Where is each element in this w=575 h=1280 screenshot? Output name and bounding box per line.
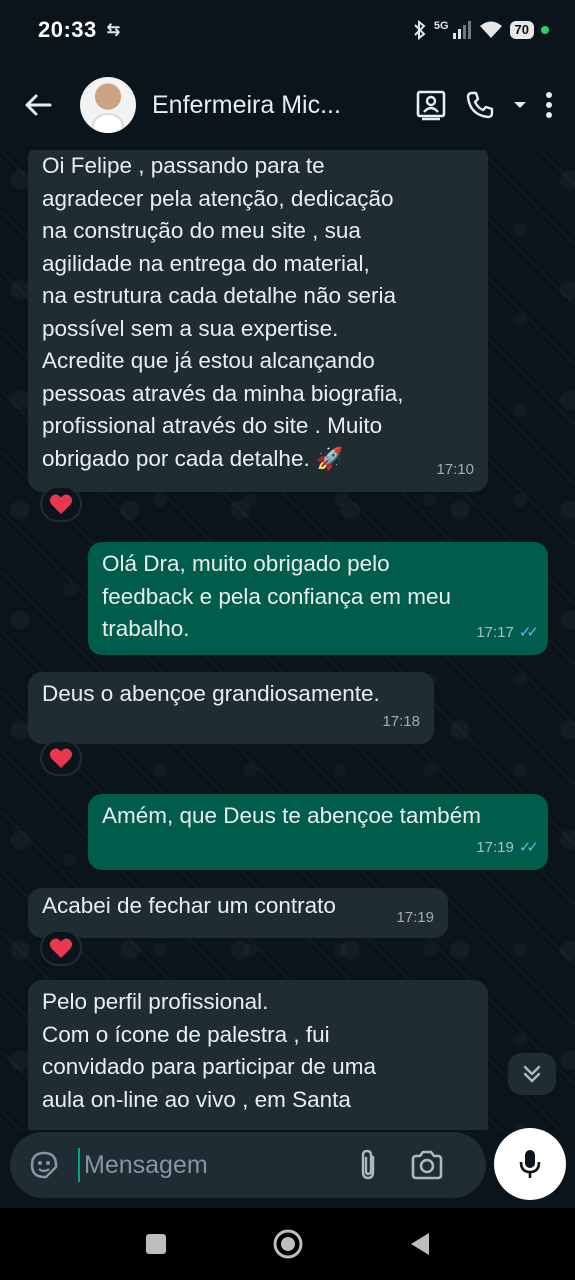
emoji-button[interactable] (26, 1147, 62, 1183)
heart-icon (49, 748, 73, 768)
chat-area[interactable]: Oi Felipe , passando para te agradecer p… (0, 150, 575, 1130)
battery-level: 70 (509, 21, 534, 39)
paperclip-icon (361, 1149, 375, 1180)
message-text: Olá Dra, muito obrigado pelo feedback e … (102, 551, 451, 641)
message-composer (10, 1132, 486, 1198)
read-ticks-icon: ✓✓ (518, 623, 539, 641)
contact-card-icon (416, 90, 446, 121)
double-chevron-down-icon (523, 1065, 541, 1083)
message-time: 17:19 (476, 838, 514, 856)
scroll-to-bottom-button[interactable] (508, 1053, 556, 1095)
privacy-dot-icon (541, 26, 549, 34)
message-time: 17:17 (476, 623, 514, 641)
more-vertical-icon (546, 92, 552, 118)
voice-call-button[interactable] (465, 90, 495, 120)
message-outgoing[interactable]: Amém, que Deus te abençoe também 17:19 ✓✓ (88, 794, 548, 870)
message-text: Amém, que Deus te abençoe também (102, 803, 481, 828)
contact-name[interactable]: Enfermeira Mic... (152, 91, 364, 120)
square-icon (145, 1234, 166, 1254)
back-nav-button[interactable] (402, 1226, 438, 1262)
message-time: 17:10 (436, 460, 474, 478)
recents-button[interactable] (138, 1226, 174, 1262)
call-options-button[interactable] (513, 100, 527, 110)
heart-icon (49, 938, 73, 958)
circle-icon (273, 1229, 302, 1259)
phone-icon (466, 91, 494, 119)
reaction-heart[interactable] (40, 740, 82, 776)
message-time: 17:18 (382, 712, 420, 730)
message-text: Oi Felipe , passando para te agradecer p… (42, 153, 404, 471)
message-incoming[interactable]: Oi Felipe , passando para te agradecer p… (28, 150, 488, 492)
attach-button[interactable] (350, 1147, 386, 1183)
message-text: Acabei de fechar um contrato (42, 893, 336, 918)
microphone-icon (519, 1150, 541, 1178)
message-incoming[interactable]: Pelo perfil profissional. Com o ícone de… (28, 980, 488, 1130)
read-ticks-icon: ✓✓ (518, 838, 539, 856)
wifi-icon (479, 21, 502, 38)
back-button[interactable] (18, 85, 58, 125)
sync-icon: ⇆ (106, 22, 121, 39)
camera-button[interactable] (408, 1147, 446, 1183)
voice-message-button[interactable] (494, 1128, 566, 1200)
message-incoming[interactable]: Acabei de fechar um contrato 17:19 (28, 888, 448, 938)
message-time: 17:19 (396, 908, 434, 926)
heart-icon (49, 494, 73, 514)
message-text: Deus o abençoe grandiosamente. (42, 681, 380, 706)
home-button[interactable] (270, 1226, 306, 1262)
camera-icon (411, 1150, 443, 1180)
rocket-emoji: 🚀 (315, 445, 344, 471)
network-type: 5G (433, 20, 449, 32)
triangle-back-icon (410, 1233, 429, 1255)
sticker-icon (30, 1151, 58, 1179)
dropdown-icon (514, 102, 526, 108)
reaction-heart[interactable] (40, 930, 82, 966)
system-navigation-bar (0, 1208, 575, 1280)
bluetooth-icon (414, 20, 426, 40)
status-icons: 5G 70 (413, 20, 549, 40)
message-incoming[interactable]: Deus o abençoe grandiosamente. 17:18 (28, 672, 434, 744)
chat-header: Enfermeira Mic... (0, 60, 575, 150)
contact-card-button[interactable] (415, 89, 447, 121)
back-arrow-icon (25, 94, 52, 116)
signal-icon (452, 21, 471, 39)
message-text: Pelo perfil profissional. Com o ícone de… (42, 989, 376, 1112)
reaction-heart[interactable] (40, 486, 82, 522)
status-bar: 20:33 ⇆ 5G 70 (0, 0, 575, 60)
message-input[interactable] (78, 1148, 328, 1182)
status-time: 20:33 (38, 17, 97, 42)
avatar[interactable] (80, 77, 136, 133)
more-options-button[interactable] (545, 91, 553, 119)
message-outgoing[interactable]: Olá Dra, muito obrigado pelo feedback e … (88, 542, 548, 655)
